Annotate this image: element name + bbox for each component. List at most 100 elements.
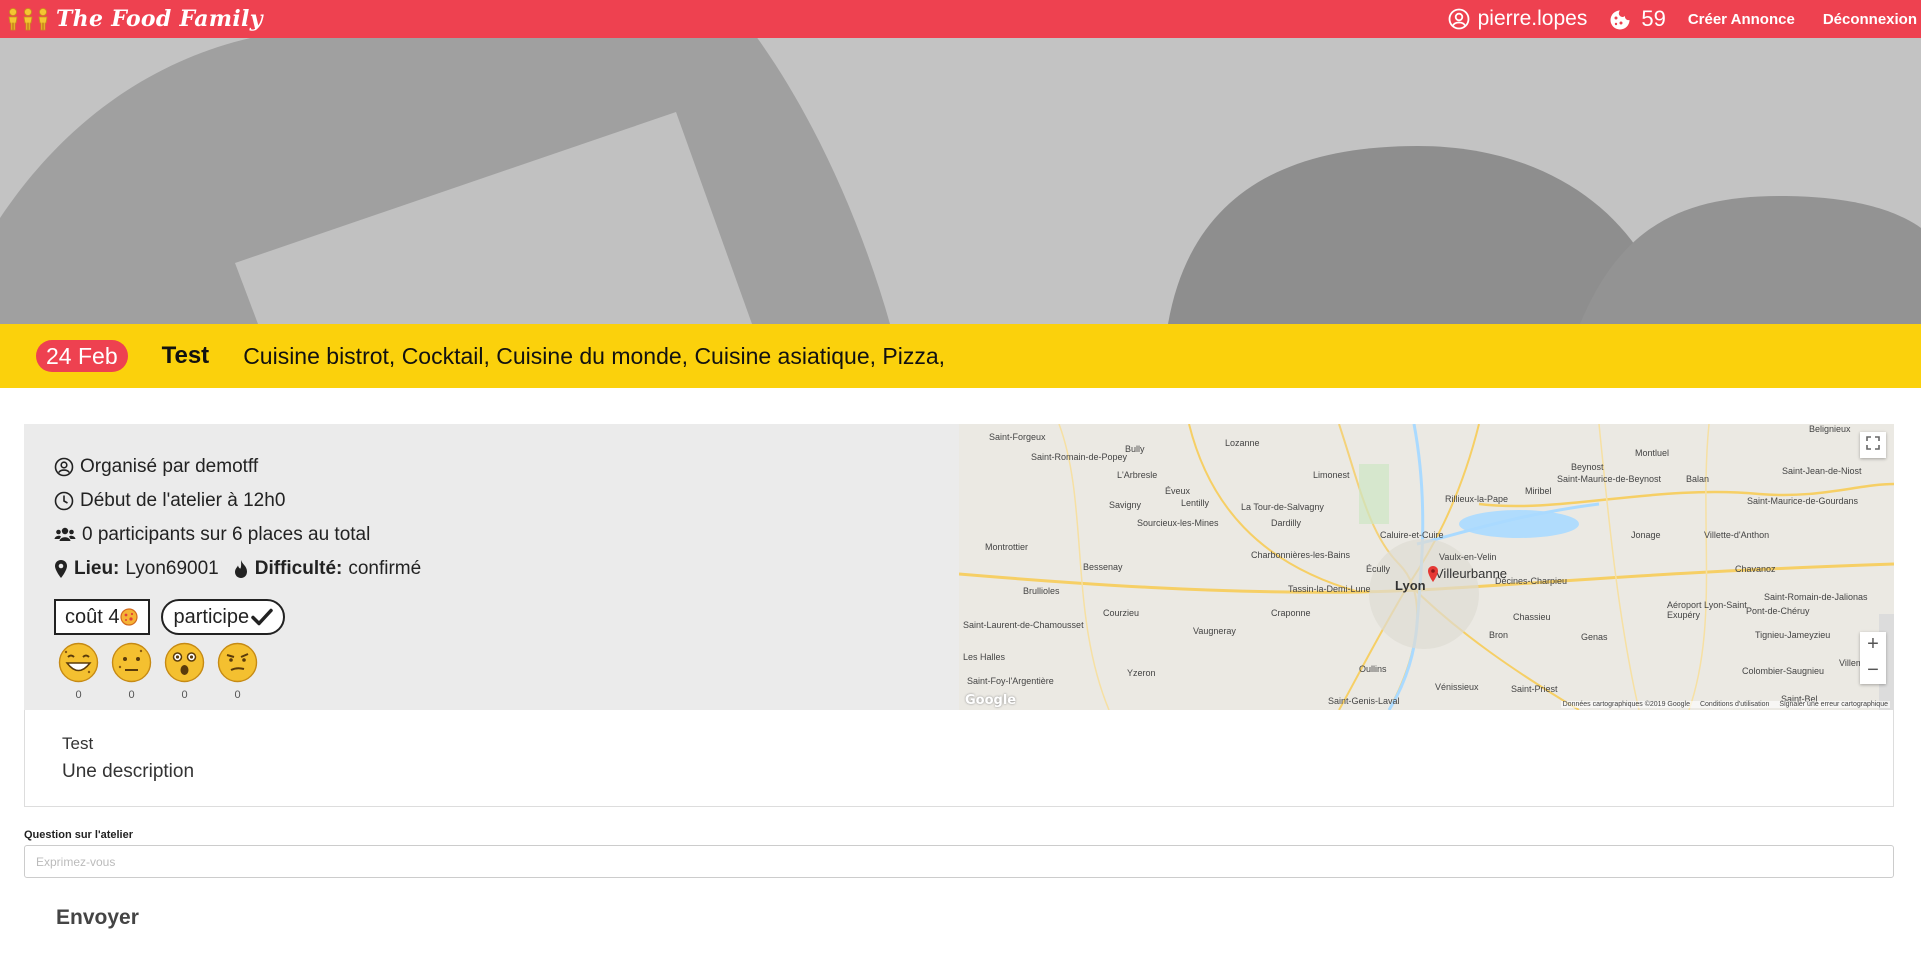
reaction-skeptical[interactable]: 0	[217, 642, 258, 701]
reactions-list: 0 0 0 0	[58, 642, 258, 701]
map-place-label: Les Halles	[963, 652, 1006, 662]
map-place-label: Tignieu-Jameyzieu	[1755, 630, 1831, 640]
map-pin-icon[interactable]	[1428, 566, 1438, 587]
laughing-cookie-icon	[58, 642, 99, 688]
map-data-credit: Données cartographiques ©2019 Google	[1562, 701, 1690, 708]
map-place-label: Saint-Romain-de-Jalionas	[1764, 592, 1868, 602]
user-profile-link[interactable]: pierre.lopes	[1448, 7, 1587, 31]
surprised-cookie-icon	[164, 642, 205, 688]
description-text: Une description	[62, 761, 195, 782]
map-place-label: Yzeron	[1127, 668, 1156, 678]
map-place-label: Bron	[1489, 630, 1509, 640]
send-button[interactable]: Envoyer	[56, 906, 139, 930]
map-place-label: Courzieu	[1103, 608, 1140, 618]
google-logo[interactable]: Google	[965, 693, 1016, 708]
map-city-label: Lyon	[1395, 578, 1426, 593]
event-tags: Cuisine bistrot, Cocktail, Cuisine du mo…	[243, 342, 946, 369]
reaction-surprised[interactable]: 0	[164, 642, 205, 701]
user-circle-icon	[54, 456, 74, 478]
map-place-label: Brullioles	[1023, 586, 1060, 596]
reaction-neutral[interactable]: 0	[111, 642, 152, 701]
map-place-label: Éveux	[1165, 486, 1191, 496]
map-place-label: Saint-Genis-Laval	[1328, 696, 1400, 706]
place-difficulty-row: Lieu: Lyon69001 Difficulté: confirmé	[54, 558, 421, 580]
map-place-label: Aéroport Lyon-Saint Exupéry	[1667, 600, 1747, 620]
map-place-label: Miribel	[1525, 486, 1552, 496]
map-place-label: Dardilly	[1271, 518, 1302, 528]
map-place-label: Saint-Forgeux	[989, 432, 1046, 442]
zoom-in-button[interactable]: +	[1867, 632, 1879, 658]
question-label: Question sur l'atelier	[24, 829, 133, 841]
skeptical-cookie-icon	[217, 642, 258, 688]
description-panel: Test Une description	[24, 710, 1894, 807]
family-figures-icon	[6, 7, 52, 31]
description-title: Test	[62, 734, 94, 753]
logout-link[interactable]: Déconnexion	[1823, 11, 1917, 28]
difficulty-label: Difficulté:	[254, 558, 343, 579]
map-place-label: Balan	[1686, 474, 1710, 484]
users-icon	[54, 524, 76, 546]
location-map[interactable]: Saint-Forgeux Saint-Romain-de-Popey Bull…	[959, 424, 1894, 710]
map-place-label: La Tour-de-Salvagny	[1241, 502, 1324, 512]
clock-icon	[54, 490, 74, 512]
zoom-controls: + −	[1860, 632, 1886, 684]
reaction-count: 0	[128, 689, 135, 701]
map-place-label: Caluire-et-Cuire	[1380, 530, 1444, 540]
map-place-label: Vénissieux	[1435, 682, 1479, 692]
participate-button[interactable]: participe	[161, 599, 286, 635]
map-attribution: Données cartographiques ©2019 Google Con…	[1560, 701, 1890, 708]
map-place-label: Craponne	[1271, 608, 1311, 618]
event-banner-image	[0, 38, 1921, 324]
participate-text: participe	[173, 605, 250, 628]
question-input[interactable]	[24, 845, 1894, 878]
participants-text: 0 participants sur 6 places au total	[82, 524, 371, 545]
map-place-label: Oullins	[1359, 664, 1387, 674]
map-place-label: Saint-Laurent-de-Chamousset	[963, 620, 1084, 630]
organizer-row: Organisé par demotff	[54, 456, 258, 478]
start-time-row: Début de l'atelier à 12h0	[54, 490, 285, 512]
map-place-label: Saint-Priest	[1511, 684, 1558, 694]
map-place-label: Vaugneray	[1193, 626, 1236, 636]
map-place-label: Belignieux	[1809, 424, 1851, 434]
map-place-label: Montluel	[1635, 448, 1670, 458]
map-terms-link[interactable]: Conditions d'utilisation	[1700, 701, 1769, 708]
fullscreen-icon	[1866, 435, 1880, 455]
reaction-laughing[interactable]: 0	[58, 642, 99, 701]
map-place-label: Pont-de-Chéruy	[1746, 606, 1810, 616]
map-place-label: Lentilly	[1181, 498, 1210, 508]
cost-badge: coût 4	[54, 599, 151, 635]
place-value: Lyon69001	[125, 558, 219, 579]
place-label: Lieu:	[74, 558, 120, 579]
zoom-out-button[interactable]: −	[1867, 658, 1879, 684]
map-place-label: L'Arbresle	[1117, 470, 1158, 480]
event-title: Test	[161, 342, 210, 369]
checkmark-icon	[251, 606, 273, 629]
user-circle-icon	[1448, 7, 1470, 31]
map-place-label: Saint-Maurice-de-Beynost	[1557, 474, 1662, 484]
map-place-label: Colombier-Saugnieu	[1742, 666, 1825, 676]
map-report-link[interactable]: Signaler une erreur cartographique	[1779, 701, 1888, 708]
map-place-label: Beynost	[1571, 462, 1604, 472]
organizer-text: Organisé par demotff	[80, 456, 259, 477]
fire-icon	[233, 558, 249, 580]
difficulty-value: confirmé	[348, 558, 422, 579]
map-place-label: Saint-Romain-de-Popey	[1031, 452, 1128, 462]
map-place-label: Charbonnières-les-Bains	[1251, 550, 1351, 560]
neutral-cookie-icon	[111, 642, 152, 688]
map-place-label: Bully	[1125, 444, 1145, 454]
event-info-bar: 24 Feb Test Cuisine bistrot, Cocktail, C…	[0, 324, 1921, 388]
map-place-label: Saint-Foy-l'Argentière	[967, 676, 1054, 686]
map-place-label: Sourcieux-les-Mines	[1137, 518, 1219, 528]
start-time-text: Début de l'atelier à 12h0	[80, 490, 286, 511]
map-place-label: Genas	[1581, 632, 1608, 642]
map-place-label: Chassieu	[1513, 612, 1551, 622]
create-announcement-link[interactable]: Créer Annonce	[1688, 11, 1795, 28]
map-place-label: Villette-d'Anthon	[1704, 530, 1770, 540]
cookie-icon	[119, 606, 139, 629]
map-place-label: Chavanoz	[1735, 564, 1776, 574]
brand-logo[interactable]: The Food Family	[6, 0, 263, 38]
cookie-count: 59	[1641, 6, 1666, 31]
map-place-label: Saint-Maurice-de-Gourdans	[1747, 496, 1859, 506]
fullscreen-button[interactable]	[1860, 432, 1886, 458]
top-navbar: The Food Family pierre.lopes 59 Créer An…	[0, 0, 1921, 38]
